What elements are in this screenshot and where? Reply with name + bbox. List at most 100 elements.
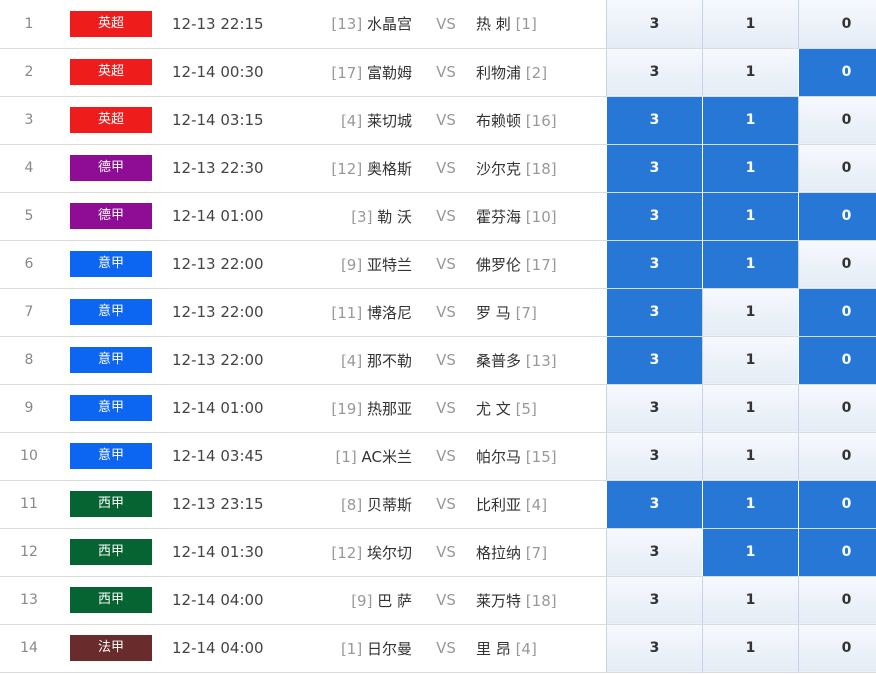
away-team[interactable]: 帕尔马 [15] <box>476 432 607 481</box>
league-badge[interactable]: 英超 <box>70 59 152 85</box>
odd-draw-cell[interactable]: 1 <box>702 240 799 289</box>
away-team[interactable]: 佛罗伦 [17] <box>476 240 607 289</box>
away-team[interactable]: 沙尔克 [18] <box>476 144 607 193</box>
away-team-name: 沙尔克 <box>476 159 522 178</box>
odd-win-cell[interactable]: 3 <box>606 288 703 337</box>
odd-loss-cell[interactable]: 0 <box>798 384 876 433</box>
home-team[interactable]: [11] 博洛尼 <box>292 288 416 337</box>
league-badge[interactable]: 法甲 <box>70 635 152 661</box>
league-badge[interactable]: 意甲 <box>70 443 152 469</box>
away-team[interactable]: 布赖顿 [16] <box>476 96 607 145</box>
home-rank: [8] <box>340 495 363 514</box>
away-team[interactable]: 霍芬海 [10] <box>476 192 607 241</box>
odd-loss-cell[interactable]: 0 <box>798 192 876 241</box>
away-team[interactable]: 桑普多 [13] <box>476 336 607 385</box>
odd-draw-cell[interactable]: 1 <box>702 336 799 385</box>
odd-loss-cell[interactable]: 0 <box>798 48 876 97</box>
odd-win-cell[interactable]: 3 <box>606 384 703 433</box>
home-team[interactable]: [1] AC米兰 <box>292 432 416 481</box>
odd-win-cell[interactable]: 3 <box>606 48 703 97</box>
row-index: 1 <box>0 0 58 49</box>
match-row: 7 意甲 12-13 22:00 [11] 博洛尼 VS 罗 马 [7] 3 1 0 <box>0 288 876 337</box>
away-team[interactable]: 利物浦 [2] <box>476 48 607 97</box>
odd-draw-cell[interactable]: 1 <box>702 96 799 145</box>
home-team[interactable]: [19] 热那亚 <box>292 384 416 433</box>
league-badge[interactable]: 德甲 <box>70 203 152 229</box>
odd-draw-cell[interactable]: 1 <box>702 0 799 49</box>
away-team[interactable]: 比利亚 [4] <box>476 480 607 529</box>
away-team[interactable]: 罗 马 [7] <box>476 288 607 337</box>
home-team[interactable]: [4] 那不勒 <box>292 336 416 385</box>
league-badge[interactable]: 西甲 <box>70 491 152 517</box>
odd-win-cell[interactable]: 3 <box>606 192 703 241</box>
league-badge[interactable]: 意甲 <box>70 395 152 421</box>
home-team[interactable]: [4] 莱切城 <box>292 96 416 145</box>
odd-win-cell[interactable]: 3 <box>606 0 703 49</box>
home-team[interactable]: [17] 富勒姆 <box>292 48 416 97</box>
home-team[interactable]: [3] 勒 沃 <box>292 192 416 241</box>
away-team-name: 格拉纳 <box>476 543 522 562</box>
odd-draw-cell[interactable]: 1 <box>702 432 799 481</box>
away-team-name: 莱万特 <box>476 591 522 610</box>
odd-draw-cell[interactable]: 1 <box>702 480 799 529</box>
odd-win-cell[interactable]: 3 <box>606 240 703 289</box>
odd-win-cell[interactable]: 3 <box>606 480 703 529</box>
match-row: 12 西甲 12-14 01:30 [12] 埃尔切 VS 格拉纳 [7] 3 1 0 <box>0 528 876 577</box>
row-index: 3 <box>0 96 58 145</box>
odd-draw-cell[interactable]: 1 <box>702 384 799 433</box>
vs-label: VS <box>416 144 476 193</box>
league-badge[interactable]: 意甲 <box>70 251 152 277</box>
odd-draw-cell[interactable]: 1 <box>702 576 799 625</box>
league-badge[interactable]: 西甲 <box>70 539 152 565</box>
league-badge[interactable]: 西甲 <box>70 587 152 613</box>
vs-label: VS <box>416 192 476 241</box>
away-team[interactable]: 格拉纳 [7] <box>476 528 607 577</box>
away-team[interactable]: 热 刺 [1] <box>476 0 607 49</box>
home-team[interactable]: [9] 巴 萨 <box>292 576 416 625</box>
odd-loss-cell[interactable]: 0 <box>798 0 876 49</box>
league-badge[interactable]: 意甲 <box>70 347 152 373</box>
odd-win-cell[interactable]: 3 <box>606 432 703 481</box>
league-badge[interactable]: 英超 <box>70 107 152 133</box>
odd-draw-cell[interactable]: 1 <box>702 192 799 241</box>
odd-win-cell[interactable]: 3 <box>606 144 703 193</box>
home-team[interactable]: [1] 日尔曼 <box>292 624 416 673</box>
odd-draw-cell[interactable]: 1 <box>702 624 799 673</box>
home-team[interactable]: [12] 埃尔切 <box>292 528 416 577</box>
away-rank: [10] <box>525 207 557 226</box>
away-team-name: 霍芬海 <box>476 207 522 226</box>
odd-win-cell[interactable]: 3 <box>606 576 703 625</box>
odd-draw-cell[interactable]: 1 <box>702 288 799 337</box>
odd-win-cell[interactable]: 3 <box>606 528 703 577</box>
odd-win-cell[interactable]: 3 <box>606 96 703 145</box>
odd-draw-cell[interactable]: 1 <box>702 528 799 577</box>
odd-win-cell[interactable]: 3 <box>606 624 703 673</box>
row-index: 5 <box>0 192 58 241</box>
league-badge[interactable]: 英超 <box>70 10 152 37</box>
home-team-name: 富勒姆 <box>366 63 412 82</box>
odd-win-cell[interactable]: 3 <box>606 336 703 385</box>
away-team[interactable]: 尤 文 [5] <box>476 384 607 433</box>
home-team[interactable]: [9] 亚特兰 <box>292 240 416 289</box>
away-team[interactable]: 里 昂 [4] <box>476 624 607 673</box>
odd-loss-cell[interactable]: 0 <box>798 96 876 145</box>
home-team[interactable]: [13] 水晶宫 <box>292 0 416 49</box>
home-team[interactable]: [8] 贝蒂斯 <box>292 480 416 529</box>
odd-loss-cell[interactable]: 0 <box>798 528 876 577</box>
odd-loss-cell[interactable]: 0 <box>798 576 876 625</box>
vs-label: VS <box>416 432 476 481</box>
odd-loss-cell[interactable]: 0 <box>798 432 876 481</box>
odd-draw-cell[interactable]: 1 <box>702 48 799 97</box>
odd-loss-cell[interactable]: 0 <box>798 336 876 385</box>
odd-loss-cell[interactable]: 0 <box>798 144 876 193</box>
league-badge[interactable]: 德甲 <box>70 155 152 181</box>
odd-loss-cell[interactable]: 0 <box>798 288 876 337</box>
odd-draw-cell[interactable]: 1 <box>702 144 799 193</box>
home-rank: [3] <box>351 207 373 226</box>
odd-loss-cell[interactable]: 0 <box>798 240 876 289</box>
away-team[interactable]: 莱万特 [18] <box>476 576 607 625</box>
odd-loss-cell[interactable]: 0 <box>798 480 876 529</box>
league-badge[interactable]: 意甲 <box>70 299 152 325</box>
home-team[interactable]: [12] 奥格斯 <box>292 144 416 193</box>
odd-loss-cell[interactable]: 0 <box>798 624 876 673</box>
